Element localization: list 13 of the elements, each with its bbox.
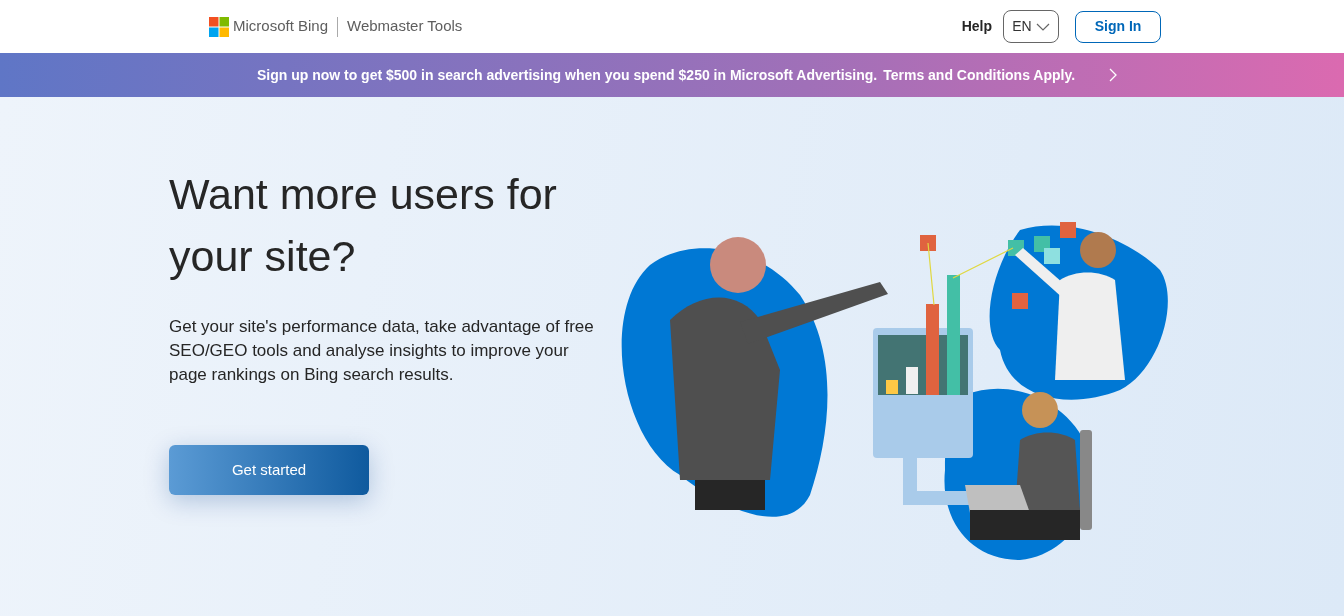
promo-text: Sign up now to get $500 in search advertising when you spend $250 in Microsoft Advertising. bbox=[256, 65, 878, 85]
chevron-down-icon bbox=[1035, 22, 1050, 31]
terms-link[interactable]: Terms and Conditions Apply. bbox=[883, 64, 1076, 86]
language-selector[interactable]: EN bbox=[1003, 10, 1059, 43]
help-link[interactable]: Help bbox=[961, 16, 992, 37]
logo-icon bbox=[209, 16, 229, 37]
chevron-right-icon[interactable] bbox=[1109, 68, 1118, 82]
get-started-button[interactable]: Get started bbox=[169, 445, 369, 495]
hero-description: Get your site's performance data, take advantage of free SEO/GEO tools and analyse insights to improve your page rankings on Bing search results. bbox=[169, 316, 595, 386]
hero-heading: Want more users for your site? bbox=[169, 169, 558, 282]
sign-in-button[interactable]: Sign In bbox=[1075, 10, 1161, 43]
product-name[interactable]: Webmaster Tools bbox=[347, 15, 463, 38]
brand-name[interactable]: Microsoft Bing bbox=[233, 15, 329, 38]
